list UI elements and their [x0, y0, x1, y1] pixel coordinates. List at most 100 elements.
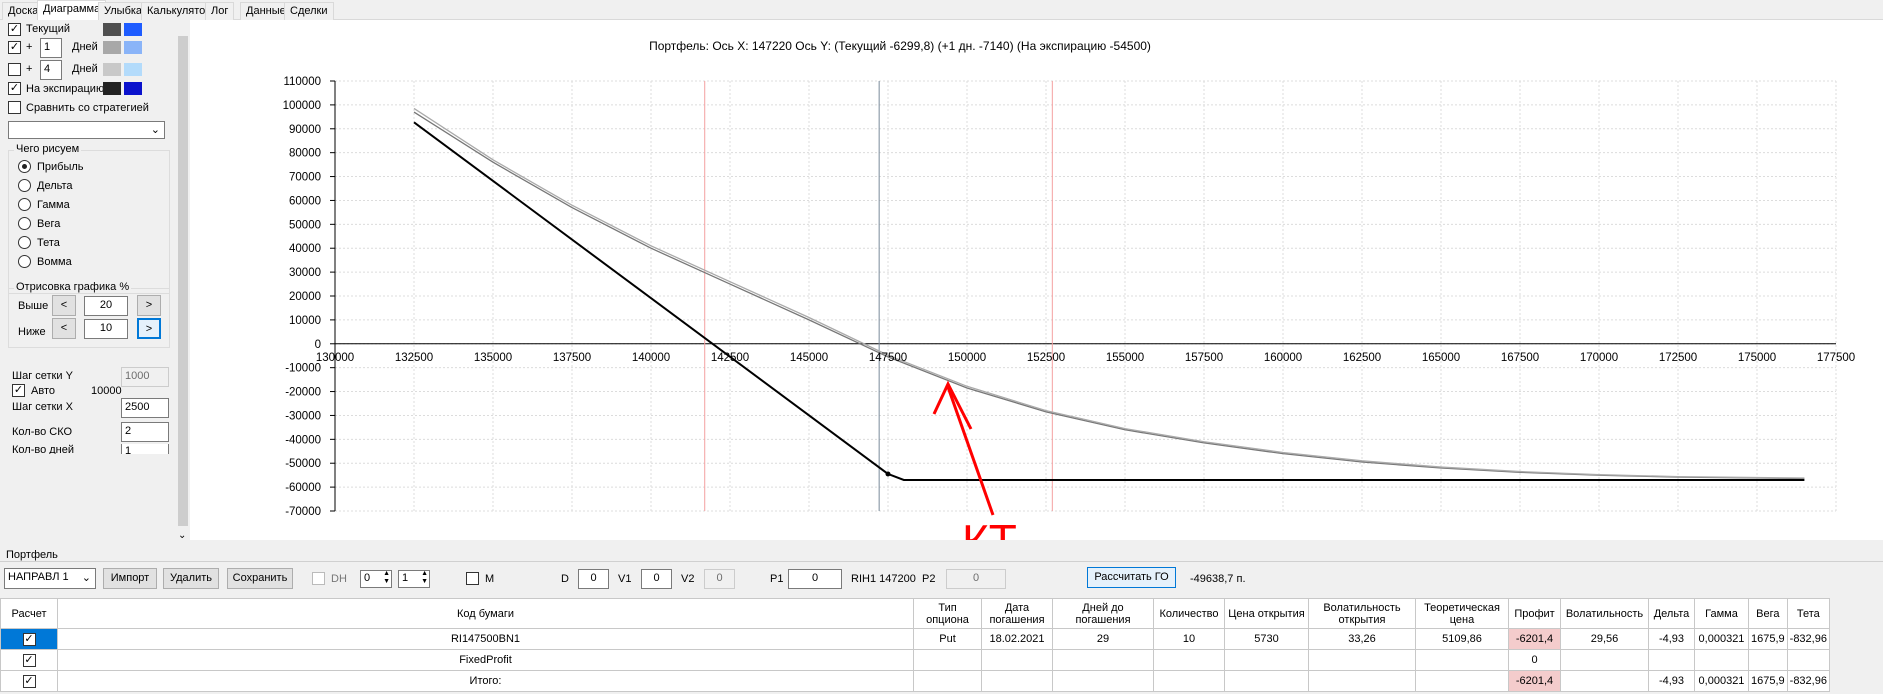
col-header[interactable]: Дельта	[1648, 598, 1695, 629]
cell[interactable]: -832,96	[1786, 628, 1830, 650]
col-header[interactable]: Волатильность	[1560, 598, 1649, 629]
cell[interactable]	[1786, 649, 1830, 671]
x-tick-label: 137500	[553, 352, 591, 364]
cell[interactable]: 29	[1052, 628, 1154, 650]
cell[interactable]: -6201,4	[1508, 628, 1561, 650]
import-button[interactable]: Импорт	[103, 568, 157, 589]
cell[interactable]	[1648, 649, 1695, 671]
col-header[interactable]: Расчет	[0, 598, 58, 629]
table-row[interactable]: ✓ FixedProfit 0	[0, 649, 1830, 671]
cell[interactable]: -4,93	[1648, 628, 1695, 650]
row-checkbox[interactable]: ✓	[22, 674, 36, 688]
cell[interactable]: -4,93	[1648, 670, 1695, 692]
cell[interactable]: -832,96	[1786, 670, 1830, 692]
v1-input[interactable]: 0	[641, 569, 672, 589]
cell[interactable]	[981, 670, 1053, 692]
col-header[interactable]: Тета	[1786, 598, 1830, 629]
cell[interactable]: 1675,9	[1748, 670, 1788, 692]
y-tick-label: 110000	[283, 76, 321, 88]
cell[interactable]	[1694, 649, 1749, 671]
dh-checkbox[interactable]	[312, 572, 325, 585]
strategy-dropdown-value: НАПРАВЛ 1	[8, 571, 69, 583]
row-checkbox-cell[interactable]: ✓	[0, 670, 58, 692]
col-header[interactable]: Теоретическая цена	[1415, 598, 1509, 629]
cell[interactable]: 5730	[1224, 628, 1309, 650]
col-header[interactable]: Цена открытия	[1224, 598, 1309, 629]
col-header[interactable]: Вега	[1748, 598, 1788, 629]
cell[interactable]	[1308, 649, 1416, 671]
series-line-1	[413, 111, 1805, 480]
x-tick-label: 157500	[1185, 352, 1223, 364]
cell[interactable]: 33,26	[1308, 628, 1416, 650]
calc-go-button[interactable]: Рассчитать ГО	[1087, 567, 1176, 588]
dh-spinner-2[interactable]: 1 ▲ ▼	[398, 570, 430, 588]
cell[interactable]	[1415, 670, 1509, 692]
x-tick-label: 132500	[395, 352, 433, 364]
cell[interactable]: 0,000321	[1694, 670, 1749, 692]
cell[interactable]	[1224, 649, 1309, 671]
col-header[interactable]: Волатильность открытия	[1308, 598, 1416, 629]
cell[interactable]: FixedProfit	[57, 649, 914, 671]
y-tick-label: -70000	[285, 506, 321, 518]
cell[interactable]: -6201,4	[1508, 670, 1561, 692]
col-header[interactable]: Гамма	[1694, 598, 1749, 629]
p1-input[interactable]: 0	[788, 569, 842, 589]
col-header[interactable]: Профит	[1508, 598, 1561, 629]
cell[interactable]	[1560, 670, 1649, 692]
col-header[interactable]: Код бумаги	[57, 598, 914, 629]
row-checkbox-cell[interactable]: ✓	[0, 649, 58, 671]
spinner-arrows-icon[interactable]: ▲ ▼	[421, 570, 428, 586]
y-tick-label: 70000	[289, 172, 321, 184]
table-row[interactable]: ✓ RI147500BN1 Put 18.02.2021 29 10 5730 …	[0, 628, 1830, 650]
strategy-dropdown[interactable]: НАПРАВЛ 1 ⌄	[4, 568, 96, 589]
cell[interactable]	[913, 649, 982, 671]
x-tick-label: 152500	[1027, 352, 1065, 364]
cell[interactable]: 0,000321	[1694, 628, 1749, 650]
cell[interactable]: Put	[913, 628, 982, 650]
delete-button[interactable]: Удалить	[163, 568, 219, 589]
dh-spinner-1[interactable]: 0 ▲ ▼	[360, 570, 392, 588]
row-checkbox-cell[interactable]: ✓	[0, 628, 58, 650]
y-tick-label: -10000	[285, 363, 321, 375]
table-row[interactable]: ✓ Итого: -6201,4 -4,93 0,000321 1675,9 -…	[0, 670, 1830, 692]
cell[interactable]	[1052, 649, 1154, 671]
cell[interactable]	[1308, 670, 1416, 692]
row-checkbox[interactable]: ✓	[22, 632, 36, 646]
cell[interactable]: 29,56	[1560, 628, 1649, 650]
p2-input[interactable]: 0	[946, 569, 1006, 589]
cell[interactable]	[1052, 670, 1154, 692]
v2-input[interactable]: 0	[704, 569, 735, 589]
cell[interactable]: 10	[1153, 628, 1225, 650]
col-header[interactable]: Дней до погашения	[1052, 598, 1154, 629]
cell[interactable]	[1560, 649, 1649, 671]
cell[interactable]	[1153, 670, 1225, 692]
spinner-arrows-icon[interactable]: ▲ ▼	[383, 570, 390, 586]
cell[interactable]: Итого:	[57, 670, 914, 692]
cell[interactable]: 0	[1508, 649, 1561, 671]
cell[interactable]	[1224, 670, 1309, 692]
cell[interactable]: 5109,86	[1415, 628, 1509, 650]
x-tick-label: 150000	[948, 352, 986, 364]
d-input[interactable]: 0	[578, 569, 609, 589]
rih-label: RIH1 147200	[851, 573, 916, 585]
col-header[interactable]: Количество	[1153, 598, 1225, 629]
x-tick-label: 172500	[1659, 352, 1697, 364]
cell[interactable]	[1415, 649, 1509, 671]
y-tick-label: -30000	[285, 410, 321, 422]
col-header[interactable]: Дата погашения	[981, 598, 1053, 629]
cell[interactable]: 1675,9	[1748, 628, 1788, 650]
cell[interactable]	[1153, 649, 1225, 671]
col-header[interactable]: Тип опциона	[913, 598, 982, 629]
cell[interactable]	[1748, 649, 1788, 671]
row-checkbox[interactable]: ✓	[22, 653, 36, 667]
series-line-2	[413, 107, 1805, 479]
cell[interactable]	[981, 649, 1053, 671]
x-tick-label: 140000	[632, 352, 670, 364]
cell[interactable]: RI147500BN1	[57, 628, 914, 650]
m-checkbox[interactable]	[466, 572, 479, 585]
y-tick-label: 80000	[289, 148, 321, 160]
cell[interactable]: 18.02.2021	[981, 628, 1053, 650]
save-button[interactable]: Сохранить	[227, 568, 293, 589]
chevron-down-icon: ⌄	[81, 572, 91, 584]
cell[interactable]	[913, 670, 982, 692]
